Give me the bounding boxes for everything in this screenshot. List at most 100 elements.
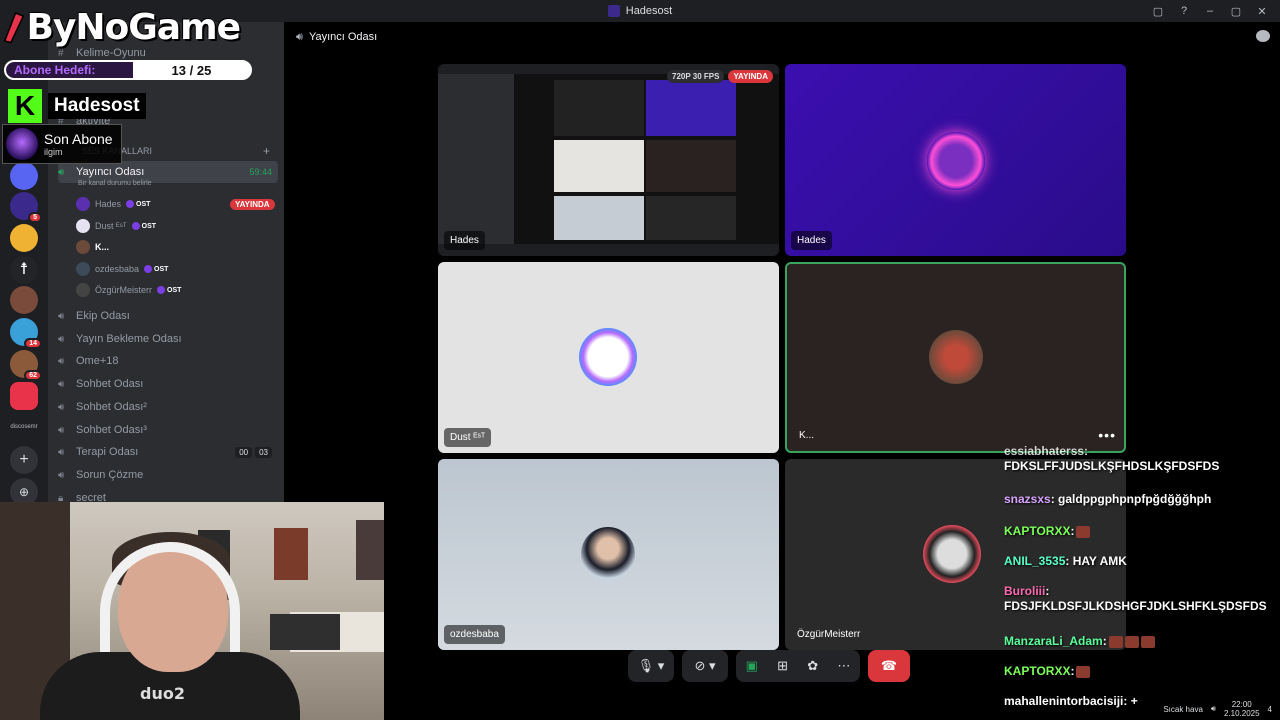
live-badge: YAYINDA [728,70,773,83]
stream-tile[interactable]: 720P 30 FPS YAYINDA Hades [438,64,779,256]
channel-ome18[interactable]: 🔊︎ Ome+18 [58,350,278,372]
ost-badge: OST [126,200,150,208]
channel-sohbet-2[interactable]: 🔊︎ Sohbet Odası² [58,396,278,418]
avatar [581,527,635,581]
voice-user[interactable]: ÖzgürMeisterr OST [76,280,181,300]
volume-icon[interactable]: 🔊︎ [1211,704,1216,714]
hoodie-text: duo2 [140,684,185,703]
goal-fill: Abone Hedefi: [6,62,133,78]
camera-button[interactable]: ⊘ ▾ [682,650,728,682]
channel-sohbet-1[interactable]: 🔊︎ Sohbet Odası [58,373,278,395]
logo-mark-icon [3,11,25,44]
disconnect-button[interactable]: ☎︎ [868,650,910,682]
voice-user[interactable]: K... [76,237,109,257]
voice-user[interactable]: ozdesbaba OST [76,259,168,279]
webcam-overlay: duo2 [0,502,384,720]
stream-preview-sidebar [438,74,514,244]
channel-terapi[interactable]: 🔊︎ Terapi Odası 00 03 [58,441,278,463]
speaker-icon: 🔊︎ [58,333,65,345]
speaker-icon: 🔊︎ [58,355,65,367]
tile-label: ÖzgürMeisterr [797,629,861,640]
subscriber-avatar [6,128,38,160]
maximize-button[interactable]: ▢ [1226,5,1246,18]
emote-icon [1108,635,1123,648]
soundboard-icon[interactable]: ✿ [807,658,818,674]
server-icon[interactable]: 5 [10,192,42,223]
speaker-icon: 🔊︎ [58,469,65,481]
channel-sorun-cozme[interactable]: 🔊︎ Sorun Çözme [58,464,278,486]
stream-badges: 720P 30 FPS YAYINDA [667,70,773,83]
server-avatar [10,224,38,252]
server-icon[interactable] [10,286,38,314]
stream-preview-main [514,74,779,244]
tile-label: K... [799,430,815,441]
avatar [76,197,90,211]
app-icon [607,5,620,17]
speaker-icon: 🔊︎ [296,30,303,43]
server-icon[interactable]: 62 [10,350,42,381]
chat-message: KAPTORXX: [1004,664,1276,679]
weather-label[interactable]: Sıcak hava [1163,705,1203,714]
chat-message: essiabhaterss: FDKSLFFJUDSLKŞFHDSLKŞFDSF… [1004,444,1220,473]
call-header: 🔊︎ Yayıncı Odası [284,22,1280,52]
participant-tile[interactable]: Dust ᴱˢᵀ [438,262,779,453]
add-server-icon[interactable]: + [10,446,38,474]
share-screen-icon[interactable]: ▣ [746,658,758,674]
chat-message: snazsxs: galdppgphpnpfpğdğğğhph [1004,492,1212,506]
server-icon[interactable]: ☨ [10,256,38,284]
avatar [76,283,90,297]
minimize-button[interactable]: – [1200,5,1220,17]
server-text-label[interactable]: discosemr [6,424,42,430]
ost-badge: OST [144,265,168,273]
call-controls: 🎙︎ ▾ ⊘ ▾ ▣ ⊞ ✿ ⋯ ☎︎ [628,650,924,682]
tile-label: Hades [444,231,485,250]
channel-sohbet-3[interactable]: 🔊︎ Sohbet Odası³ [58,419,278,441]
more-options-icon[interactable]: ••• [1098,427,1116,443]
chat-message: Buroliii: FDSJFKLDSFJLKDSHGFJDKLSHFKLŞDS… [1004,584,1267,613]
subscriber-goal-bar: Abone Hedefi: 13 / 25 [4,60,252,80]
more-icon[interactable]: ⋯ [837,658,850,674]
chat-message: KAPTORXX: [1004,524,1276,539]
chat-message: ManzaraLi_Adam: [1004,634,1276,649]
server-icon[interactable] [10,162,38,190]
server-icon[interactable]: 14 [10,318,42,349]
voice-user[interactable]: Dust ᴱˢᵀ OST [76,216,156,236]
unread-badge: 14 [24,338,42,349]
notification-count[interactable]: 4 [1268,705,1272,714]
participant-tile-speaking[interactable]: K... ••• [785,262,1126,453]
server-icon[interactable] [10,224,38,252]
system-tray: Sıcak hava 🔊︎ 22:00 2.10.2025 4 [1100,698,1280,720]
close-button[interactable]: ✕ [1252,5,1272,18]
activities-icon[interactable]: ⊞ [777,658,788,674]
participant-tile[interactable]: Hades [785,64,1126,256]
participant-tile[interactable]: ozdesbaba [438,459,779,650]
speaker-icon: 🔊︎ [58,424,65,436]
add-channel-icon[interactable]: + [263,144,270,158]
avatar [76,240,90,254]
unread-badge: 62 [24,370,42,381]
activity-controls: ▣ ⊞ ✿ ⋯ [736,650,860,682]
tile-label: Hades [791,231,832,250]
emote-icon [1076,525,1091,538]
voice-user[interactable]: Hades OST YAYINDA [76,194,275,214]
streamer-tag: K Hadesost [8,89,146,123]
chat-icon[interactable] [1256,30,1270,42]
ost-badge: OST [157,286,181,294]
inbox-icon[interactable]: ▢ [1148,5,1168,18]
speaker-icon: 🔊︎ [58,401,65,413]
server-icon[interactable] [10,382,38,410]
channel-status[interactable]: Bir kanal durumu belirle [78,180,152,187]
emote-icon [1124,635,1139,648]
chat-message: ANIL_3535: HAY AMK [1004,554,1127,568]
avatar [579,328,637,386]
channel-yayin-bekleme[interactable]: 🔊︎ Yayın Bekleme Odası [58,328,278,350]
speaker-icon: 🔊︎ [58,446,65,458]
help-icon[interactable]: ? [1174,5,1194,17]
last-subscriber-widget: Son Abone ilgim [2,124,122,164]
streamer-name: Hadesost [48,93,146,119]
mute-button[interactable]: 🎙︎ ▾ [628,650,674,682]
kick-logo-icon: K [8,89,42,123]
clock[interactable]: 22:00 2.10.2025 [1224,700,1260,718]
avatar [76,262,90,276]
channel-ekip[interactable]: 🔊︎ Ekip Odası [58,305,278,327]
